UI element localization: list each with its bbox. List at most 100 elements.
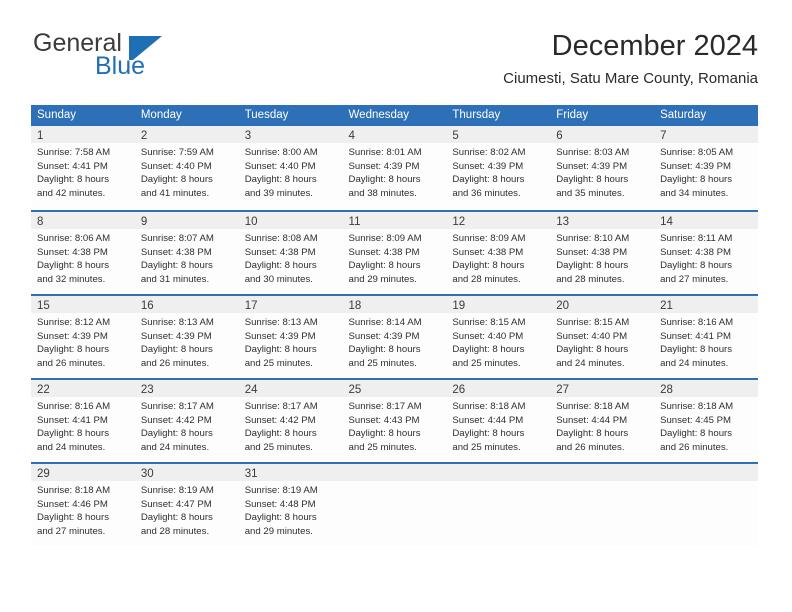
day-number-band: 2 [134, 126, 239, 143]
day-cell[interactable]: 24 Sunrise: 8:17 AM Sunset: 4:42 PM Dayligh… [238, 378, 343, 462]
sunrise-text: Sunrise: 8:17 AM [140, 401, 214, 412]
day-cell[interactable]: 19 Sunrise: 8:15 AM Sunset: 4:40 PM Dayligh… [446, 294, 551, 378]
day-number: 5 [452, 130, 459, 142]
day-cell[interactable]: 6 Sunrise: 8:03 AM Sunset: 4:39 PM Daylight… [550, 126, 655, 210]
day-number: 2 [140, 130, 148, 142]
day-details: Sunrise: 8:14 AM Sunset: 4:39 PM Daylight:… [343, 313, 447, 370]
day-cell[interactable]: 4 Sunrise: 8:01 AM Sunset: 4:39 PM Daylight… [342, 126, 447, 210]
weekday-header-tuesday: Tuesday [238, 105, 343, 126]
daylight-text-line2: and 29 minutes. [348, 273, 417, 285]
day-cell[interactable]: 11 Sunrise: 8:09 AM Sunset: 4:38 PM Dayligh… [342, 210, 447, 294]
day-details: Sunrise: 8:18 AM Sunset: 4:45 PM Daylight:… [654, 397, 758, 454]
daylight-text-line2: and 25 minutes. [452, 441, 521, 453]
sunset-text: Sunset: 4:38 PM [37, 246, 108, 258]
daylight-text-line1: Daylight: 8 hours [660, 174, 733, 186]
day-cell[interactable]: 13 Sunrise: 8:10 AM Sunset: 4:38 PM Dayligh… [550, 210, 655, 294]
sunrise-text: Sunrise: 8:05 AM [660, 147, 734, 158]
daylight-text-line1: Daylight: 8 hours [244, 260, 317, 272]
sunrise-text: Sunrise: 8:13 AM [140, 317, 214, 328]
day-cell[interactable]: 29 Sunrise: 8:18 AM Sunset: 4:46 PM Dayligh… [31, 462, 135, 546]
calendar-day-cell: 16 Sunrise: 8:13 AM Sunset: 4:39 PM Dayligh… [134, 294, 239, 378]
day-number: 17 [244, 300, 258, 312]
calendar-body: 1 Sunrise: 7:58 AM Sunset: 4:41 PM Daylight… [31, 126, 758, 546]
calendar-day-cell: 23 Sunrise: 8:17 AM Sunset: 4:42 PM Dayligh… [134, 378, 239, 462]
sunrise-text: Sunrise: 8:12 AM [37, 317, 111, 328]
daylight-text-line2: and 32 minutes. [37, 273, 106, 285]
day-number-band-empty [654, 462, 758, 481]
day-cell[interactable]: 20 Sunrise: 8:15 AM Sunset: 4:40 PM Dayligh… [550, 294, 655, 378]
day-cell[interactable]: 16 Sunrise: 8:13 AM Sunset: 4:39 PM Dayligh… [134, 294, 239, 378]
day-details: Sunrise: 8:03 AM Sunset: 4:39 PM Daylight:… [550, 143, 654, 200]
brand-logo[interactable]: General Blue [31, 28, 231, 86]
day-number-band: 18 [342, 294, 447, 313]
day-number-band: 3 [238, 126, 343, 143]
day-cell[interactable]: 2 Sunrise: 7:59 AM Sunset: 4:40 PM Daylight… [134, 126, 239, 210]
calendar-day-cell: 27 Sunrise: 8:18 AM Sunset: 4:44 PM Dayligh… [550, 378, 655, 462]
day-cell[interactable]: 27 Sunrise: 8:18 AM Sunset: 4:44 PM Dayligh… [550, 378, 655, 462]
day-cell[interactable]: 26 Sunrise: 8:18 AM Sunset: 4:44 PM Dayligh… [446, 378, 551, 462]
day-number: 30 [140, 468, 154, 480]
day-number: 14 [660, 216, 673, 228]
daylight-text-line2: and 25 minutes. [452, 357, 521, 369]
day-cell[interactable]: 8 Sunrise: 8:06 AM Sunset: 4:38 PM Daylight… [31, 210, 135, 294]
day-cell[interactable]: 5 Sunrise: 8:02 AM Sunset: 4:39 PM Daylight… [446, 126, 551, 210]
daylight-text-line2: and 24 minutes. [140, 441, 210, 453]
sunrise-text: Sunrise: 7:58 AM [37, 147, 111, 158]
calendar-day-cell: 19 Sunrise: 8:15 AM Sunset: 4:40 PM Dayligh… [446, 294, 551, 378]
page-title: December 2024 [551, 30, 758, 62]
daylight-text-line2: and 35 minutes. [556, 187, 625, 199]
daylight-text-line1: Daylight: 8 hours [37, 174, 109, 186]
day-cell[interactable]: 10 Sunrise: 8:08 AM Sunset: 4:38 PM Dayligh… [238, 210, 343, 294]
day-number-band: 31 [238, 462, 343, 481]
day-number-band: 20 [550, 294, 655, 313]
day-number-band: 22 [31, 378, 135, 397]
day-number-band: 16 [134, 294, 239, 313]
sunrise-sunset-calendar: Sunday Monday Tuesday Wednesday Thursday… [31, 105, 758, 546]
sunset-text: Sunset: 4:39 PM [556, 160, 628, 172]
calendar-week-row: 22 Sunrise: 8:16 AM Sunset: 4:41 PM Dayligh… [31, 378, 758, 462]
day-cell[interactable]: 31 Sunrise: 8:19 AM Sunset: 4:48 PM Dayligh… [238, 462, 343, 546]
day-cell[interactable]: 14 Sunrise: 8:11 AM Sunset: 4:38 PM Dayligh… [654, 210, 758, 294]
day-cell[interactable]: 3 Sunrise: 8:00 AM Sunset: 4:40 PM Daylight… [238, 126, 343, 210]
weekday-header-monday: Monday [134, 105, 239, 126]
sunset-text: Sunset: 4:39 PM [660, 160, 731, 172]
daylight-text-line2: and 26 minutes. [37, 357, 106, 369]
day-number-band: 7 [654, 126, 758, 143]
day-cell[interactable]: 15 Sunrise: 8:12 AM Sunset: 4:39 PM Dayligh… [31, 294, 135, 378]
day-cell[interactable]: 25 Sunrise: 8:17 AM Sunset: 4:43 PM Dayligh… [342, 378, 447, 462]
sunset-text: Sunset: 4:39 PM [37, 330, 108, 342]
day-cell[interactable]: 9 Sunrise: 8:07 AM Sunset: 4:38 PM Daylight… [134, 210, 239, 294]
day-cell[interactable]: 22 Sunrise: 8:16 AM Sunset: 4:41 PM Dayligh… [31, 378, 135, 462]
day-number-band: 23 [134, 378, 239, 397]
day-number-band: 29 [31, 462, 135, 481]
day-cell[interactable]: 1 Sunrise: 7:58 AM Sunset: 4:41 PM Daylight… [31, 126, 135, 210]
daylight-text-line1: Daylight: 8 hours [244, 512, 317, 524]
page-header: General Blue December 2024 Ciumesti, Sat… [31, 28, 758, 98]
sunset-text: Sunset: 4:48 PM [244, 498, 316, 510]
calendar-day-cell: 5 Sunrise: 8:02 AM Sunset: 4:39 PM Daylight… [446, 126, 551, 210]
sunset-text: Sunset: 4:39 PM [348, 160, 420, 172]
day-cell[interactable]: 17 Sunrise: 8:13 AM Sunset: 4:39 PM Dayligh… [238, 294, 343, 378]
daylight-text-line1: Daylight: 8 hours [140, 344, 213, 356]
day-cell[interactable]: 30 Sunrise: 8:19 AM Sunset: 4:47 PM Dayligh… [134, 462, 239, 546]
sunset-text: Sunset: 4:38 PM [140, 246, 212, 258]
calendar-week-row: 15 Sunrise: 8:12 AM Sunset: 4:39 PM Dayligh… [31, 294, 758, 378]
sunrise-text: Sunrise: 8:15 AM [556, 317, 630, 328]
calendar-day-cell: 11 Sunrise: 8:09 AM Sunset: 4:38 PM Dayligh… [342, 210, 447, 294]
day-cell[interactable]: 18 Sunrise: 8:14 AM Sunset: 4:39 PM Dayligh… [342, 294, 447, 378]
daylight-text-line2: and 28 minutes. [556, 273, 625, 285]
sunset-text: Sunset: 4:46 PM [37, 498, 108, 510]
sunset-text: Sunset: 4:40 PM [556, 330, 628, 342]
day-cell[interactable]: 28 Sunrise: 8:18 AM Sunset: 4:45 PM Dayligh… [654, 378, 758, 462]
day-number: 8 [37, 216, 44, 228]
day-cell[interactable]: 12 Sunrise: 8:09 AM Sunset: 4:38 PM Dayligh… [446, 210, 551, 294]
daylight-text-line1: Daylight: 8 hours [348, 428, 421, 440]
day-details: Sunrise: 8:09 AM Sunset: 4:38 PM Daylight:… [343, 229, 447, 286]
day-cell[interactable]: 21 Sunrise: 8:16 AM Sunset: 4:41 PM Dayligh… [654, 294, 758, 378]
day-cell[interactable]: 23 Sunrise: 8:17 AM Sunset: 4:42 PM Dayligh… [134, 378, 239, 462]
day-cell[interactable]: 7 Sunrise: 8:05 AM Sunset: 4:39 PM Daylight… [654, 126, 758, 210]
day-details: Sunrise: 8:13 AM Sunset: 4:39 PM Daylight:… [135, 313, 239, 370]
calendar-day-cell: 31 Sunrise: 8:19 AM Sunset: 4:48 PM Dayligh… [238, 462, 343, 546]
day-details: Sunrise: 8:18 AM Sunset: 4:44 PM Daylight:… [446, 397, 550, 454]
day-details: Sunrise: 8:18 AM Sunset: 4:44 PM Daylight:… [550, 397, 654, 454]
